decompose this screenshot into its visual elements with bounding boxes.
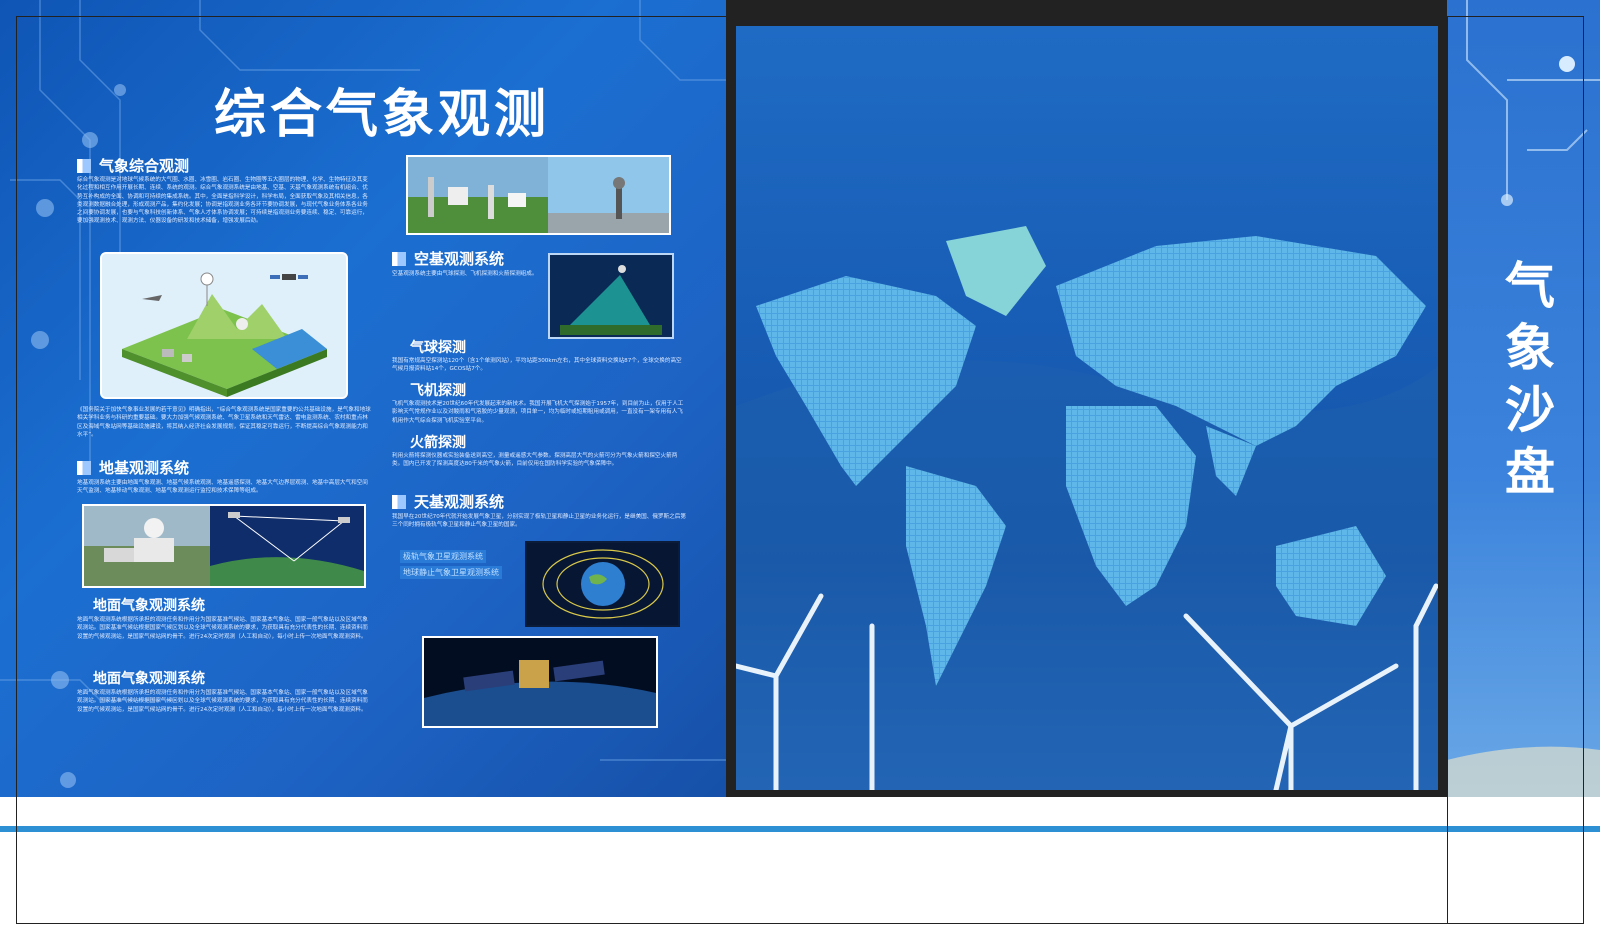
outer-frame xyxy=(16,16,1584,924)
